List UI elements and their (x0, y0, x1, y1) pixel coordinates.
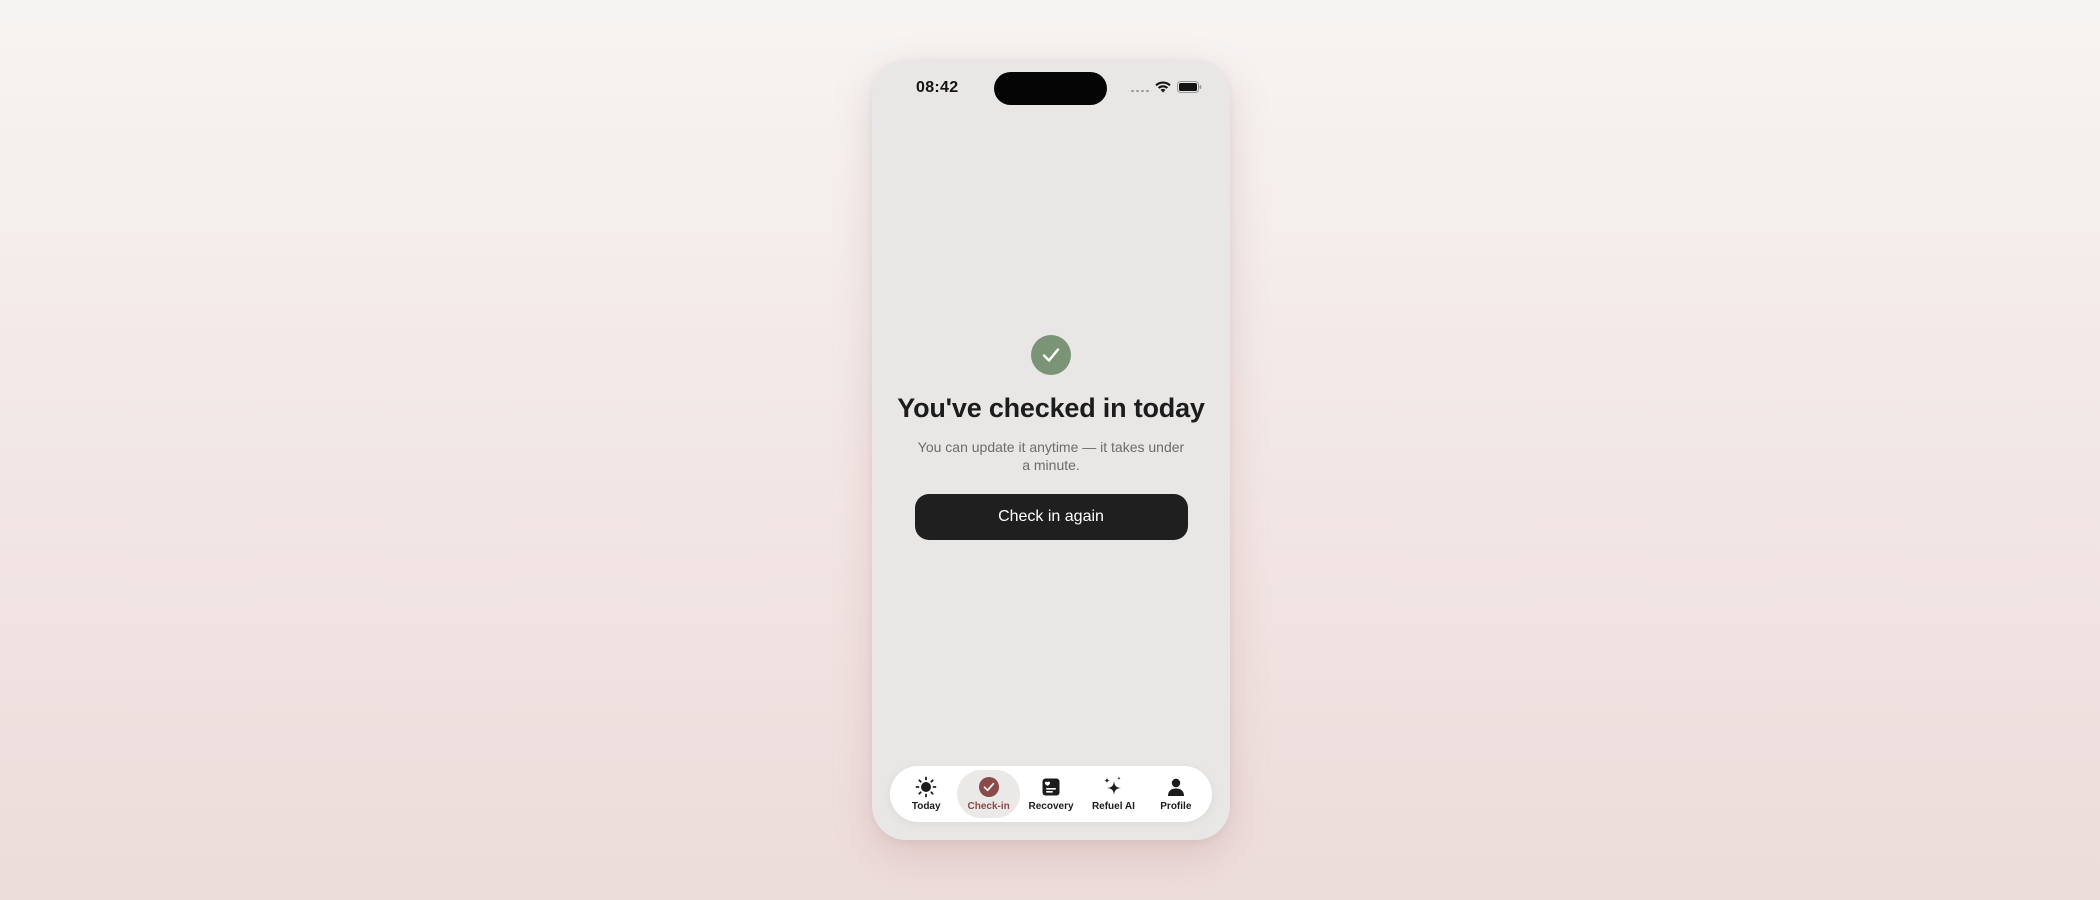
checkin-complete-panel: You've checked in today You can update i… (872, 335, 1230, 540)
tab-recovery[interactable]: Recovery (1020, 770, 1082, 818)
status-bar: 08:42 (872, 60, 1230, 120)
sparkle-icon (1102, 776, 1124, 798)
check-badge-icon (1031, 335, 1071, 375)
page-subtitle: You can update it anytime — it takes und… (917, 439, 1185, 473)
check-in-again-button[interactable]: Check in again (914, 494, 1188, 540)
tab-label: Refuel AI (1091, 801, 1135, 812)
tab-bar: Today Check-in Recovery Refuel AI Profil… (890, 766, 1212, 822)
tab-profile[interactable]: Profile (1145, 770, 1207, 818)
status-time: 08:42 (916, 79, 959, 96)
tab-check-in[interactable]: Check-in (957, 770, 1020, 818)
tab-label: Check-in (967, 801, 1010, 812)
status-icons (1131, 81, 1202, 93)
phone-frame: 08:42 You've checked in today You can up… (872, 60, 1230, 840)
tab-label: Today (911, 801, 941, 812)
tab-label: Recovery (1028, 801, 1074, 812)
journal-icon (1040, 776, 1062, 798)
tab-label: Profile (1160, 801, 1192, 812)
sun-icon (915, 776, 937, 798)
person-icon (1165, 776, 1187, 798)
check-circle-icon (978, 776, 1000, 798)
signal-icon (1131, 82, 1149, 92)
dynamic-island (994, 72, 1107, 105)
tab-today[interactable]: Today (895, 770, 957, 818)
tab-refuel-ai[interactable]: Refuel AI (1082, 770, 1144, 818)
wifi-icon (1155, 81, 1171, 93)
battery-icon (1177, 81, 1202, 93)
page-title: You've checked in today (897, 393, 1205, 423)
